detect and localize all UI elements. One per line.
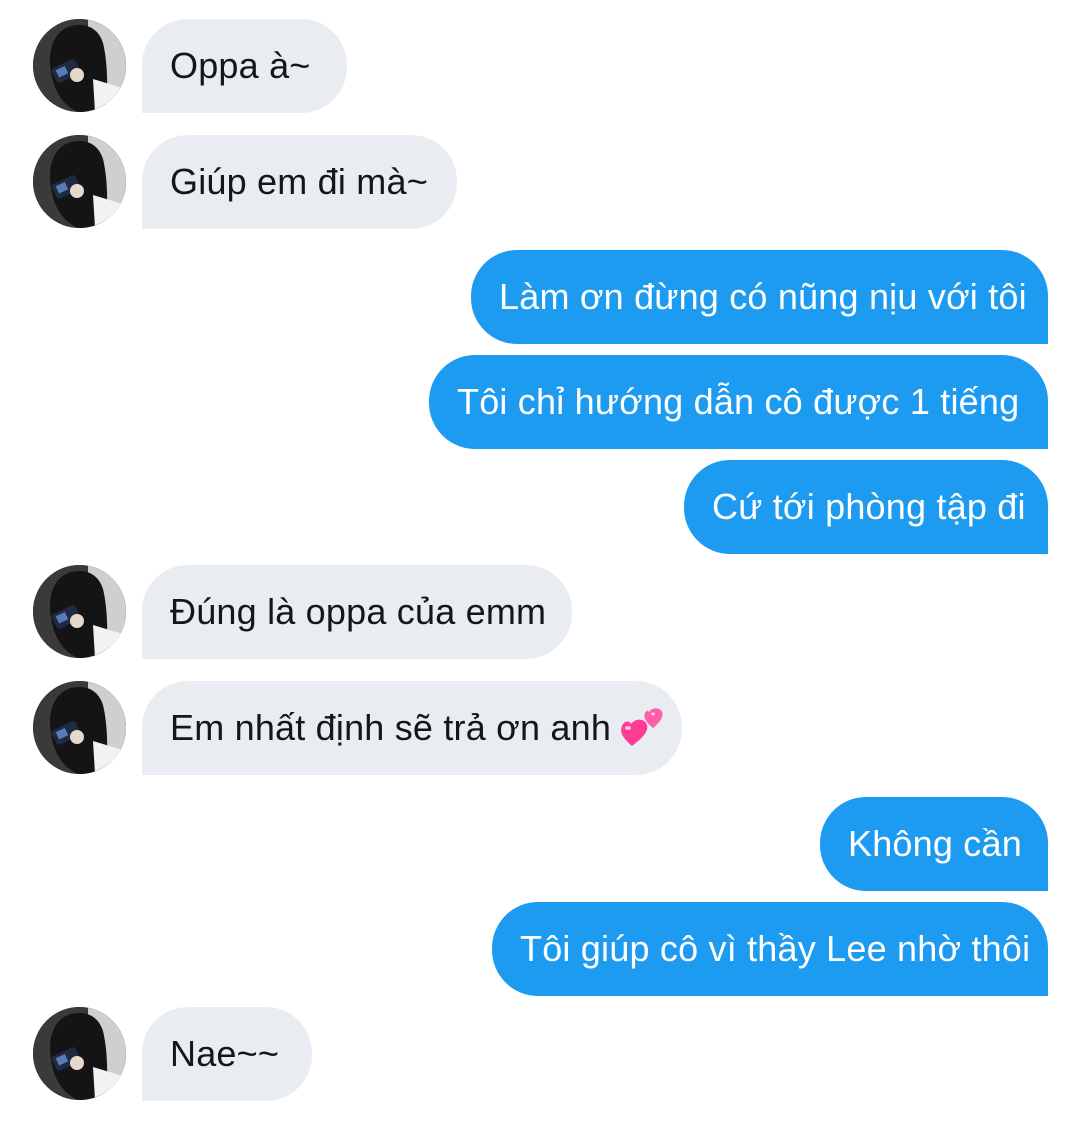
message-text: Làm ơn đừng có nũng nịu với tôi — [499, 276, 1027, 317]
message-row: Cứ tới phòng tập đi — [0, 460, 1080, 554]
message-row: Nae~~ — [0, 1007, 1080, 1101]
avatar[interactable] — [33, 1007, 126, 1100]
two-hearts-icon — [619, 706, 667, 750]
message-text: Nae~~ — [170, 1033, 280, 1074]
incoming-message-bubble[interactable]: Đúng là oppa của emm — [142, 565, 572, 659]
profile-photo-icon — [33, 681, 126, 774]
outgoing-message-bubble[interactable]: Làm ơn đừng có nũng nịu với tôi — [471, 250, 1048, 344]
message-row: Em nhất định sẽ trả ơn anh — [0, 681, 1080, 775]
message-text: Tôi giúp cô vì thầy Lee nhờ thôi — [520, 928, 1031, 969]
profile-photo-icon — [33, 19, 126, 112]
message-row: Giúp em đi mà~ — [0, 135, 1080, 229]
message-row: Không cần — [0, 797, 1080, 891]
avatar[interactable] — [33, 681, 126, 774]
incoming-message-bubble[interactable]: Giúp em đi mà~ — [142, 135, 457, 229]
incoming-message-bubble[interactable]: Oppa à~ — [142, 19, 347, 113]
avatar[interactable] — [33, 565, 126, 658]
outgoing-message-bubble[interactable]: Tôi giúp cô vì thầy Lee nhờ thôi — [492, 902, 1048, 996]
message-text: Giúp em đi mà~ — [170, 161, 428, 202]
message-text: Em nhất định sẽ trả ơn anh — [170, 707, 612, 748]
message-text: Tôi chỉ hướng dẫn cô được 1 tiếng — [457, 381, 1020, 422]
message-row: Đúng là oppa của emm — [0, 565, 1080, 659]
incoming-message-bubble[interactable]: Em nhất định sẽ trả ơn anh — [142, 681, 682, 775]
message-row: Làm ơn đừng có nũng nịu với tôi — [0, 250, 1080, 344]
outgoing-message-bubble[interactable]: Không cần — [820, 797, 1048, 891]
message-text: Cứ tới phòng tập đi — [712, 486, 1026, 527]
outgoing-message-bubble[interactable]: Cứ tới phòng tập đi — [684, 460, 1048, 554]
message-thread: Oppa à~ Giúp em đi mà~ Làm ơn đừng có nũ… — [0, 0, 1080, 1125]
profile-photo-icon — [33, 1007, 126, 1100]
profile-photo-icon — [33, 135, 126, 228]
profile-photo-icon — [33, 565, 126, 658]
message-row: Oppa à~ — [0, 19, 1080, 113]
message-text: Đúng là oppa của emm — [170, 591, 547, 632]
incoming-message-bubble[interactable]: Nae~~ — [142, 1007, 312, 1101]
message-text: Oppa à~ — [170, 45, 311, 86]
message-row: Tôi giúp cô vì thầy Lee nhờ thôi — [0, 902, 1080, 996]
message-row: Tôi chỉ hướng dẫn cô được 1 tiếng — [0, 355, 1080, 449]
avatar[interactable] — [33, 19, 126, 112]
outgoing-message-bubble[interactable]: Tôi chỉ hướng dẫn cô được 1 tiếng — [429, 355, 1048, 449]
message-text: Không cần — [848, 823, 1022, 864]
avatar[interactable] — [33, 135, 126, 228]
